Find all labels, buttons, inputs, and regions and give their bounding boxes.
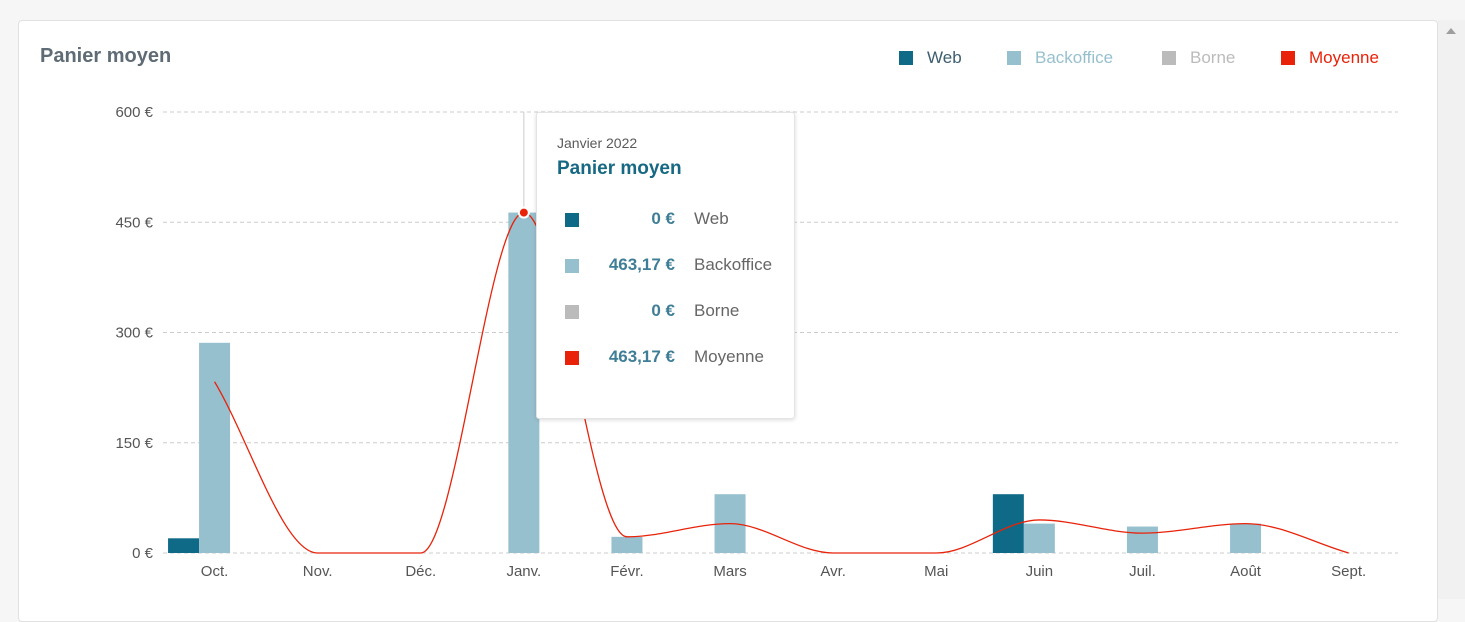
x-tick-label: Mai xyxy=(924,563,948,580)
x-tick-label: Nov. xyxy=(303,563,333,580)
tooltip-value-moyenne: 463,17 € xyxy=(608,347,675,366)
hover-point xyxy=(517,206,530,219)
x-tick-label: Févr. xyxy=(610,563,643,580)
x-tick-label: Janv. xyxy=(506,563,541,580)
x-tick-label: Juil. xyxy=(1129,563,1156,580)
bar-backoffice xyxy=(199,342,231,553)
tooltip-label-web: Web xyxy=(694,209,729,228)
y-tick-label: 0 € xyxy=(132,545,154,562)
y-tick-label: 300 € xyxy=(115,325,153,342)
tooltip-title: Panier moyen xyxy=(557,158,682,179)
tooltip-date: Janvier 2022 xyxy=(557,135,638,151)
x-axis-ticks: Oct. Nov. Déc. Janv. Févr. Mars Avr. Mai Juin Jui… xyxy=(201,563,1366,580)
y-tick-label: 150 € xyxy=(115,435,153,452)
y-axis-ticks: 600 € 450 € 300 € 150 € 0 € xyxy=(115,104,153,562)
tooltip-label-moyenne: Moyenne xyxy=(694,347,764,366)
x-tick-label: Oct. xyxy=(201,563,229,580)
tooltip-label-borne: Borne xyxy=(694,301,740,320)
x-tick-label: Août xyxy=(1230,563,1262,580)
tooltip-value-web: 0 € xyxy=(651,209,675,228)
x-tick-label: Mars xyxy=(713,563,746,580)
tooltip-row-borne: 0 € Borne xyxy=(537,299,794,323)
tooltip-marker xyxy=(517,112,530,219)
tooltip-swatch-borne xyxy=(565,305,579,319)
bar-backoffice xyxy=(1023,523,1055,553)
bar-backoffice xyxy=(1126,526,1158,553)
bar-backoffice xyxy=(508,212,540,553)
bar-backoffice xyxy=(611,536,643,553)
tooltip-swatch-moyenne xyxy=(565,351,579,365)
tooltip-label-backoffice: Backoffice xyxy=(694,255,773,274)
tooltip-row-web: 0 € Web xyxy=(537,207,794,231)
x-tick-label: Déc. xyxy=(405,563,436,580)
tooltip-value-backoffice: 463,17 € xyxy=(608,255,675,274)
chart-tooltip: Janvier 2022 Panier moyen 0 € Web 463,17… xyxy=(536,112,795,419)
x-tick-label: Sept. xyxy=(1331,563,1366,580)
tooltip-swatch-backoffice xyxy=(565,259,579,273)
tooltip-row-moyenne: 463,17 € Moyenne xyxy=(537,345,794,369)
y-tick-label: 600 € xyxy=(115,104,153,121)
bar-backoffice xyxy=(1230,523,1262,553)
tooltip-value-borne: 0 € xyxy=(651,301,675,320)
bar-web xyxy=(168,538,200,553)
tooltip-swatch-web xyxy=(565,213,579,227)
x-tick-label: Avr. xyxy=(820,563,846,580)
y-tick-label: 450 € xyxy=(115,214,153,231)
tooltip-row-backoffice: 463,17 € Backoffice xyxy=(537,253,794,277)
x-tick-label: Juin xyxy=(1026,563,1054,580)
